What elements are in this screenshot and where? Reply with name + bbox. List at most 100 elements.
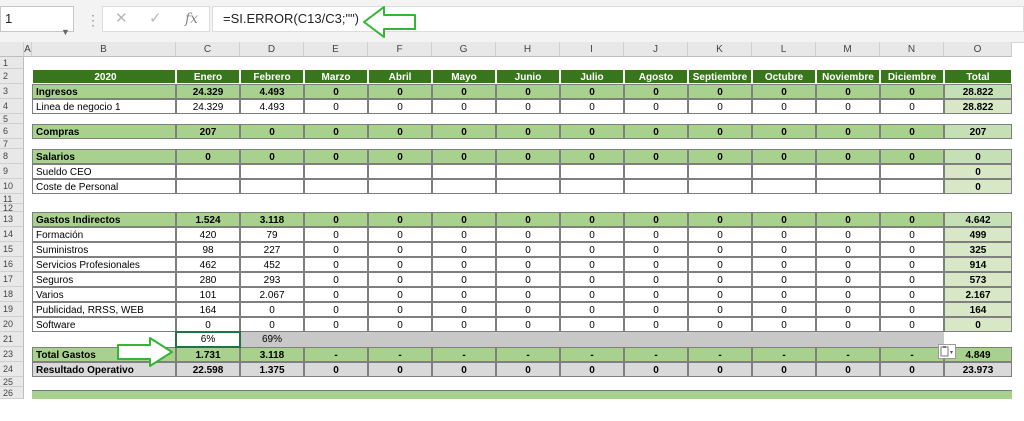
table-cell[interactable]: 0 xyxy=(304,84,368,99)
table-cell[interactable]: 69% xyxy=(240,332,304,347)
row-label[interactable]: Publicidad, RRSS, WEB xyxy=(32,302,176,317)
table-cell[interactable]: 0 xyxy=(624,84,688,99)
table-cell[interactable]: - xyxy=(752,347,816,362)
row-label[interactable]: Linea de negocio 1 xyxy=(32,99,176,114)
table-cell[interactable]: Abril xyxy=(368,69,432,84)
table-cell[interactable]: 0 xyxy=(560,317,624,332)
table-cell[interactable]: 0 xyxy=(496,242,560,257)
table-cell[interactable]: 452 xyxy=(240,257,304,272)
row-header-7[interactable]: 7 xyxy=(0,139,24,149)
table-cell[interactable]: 0 xyxy=(496,149,560,164)
table-cell[interactable]: Noviembre xyxy=(816,69,880,84)
table-cell[interactable]: 0 xyxy=(432,317,496,332)
table-cell[interactable] xyxy=(496,179,560,194)
table-cell[interactable]: 0 xyxy=(304,99,368,114)
table-cell[interactable]: 0 xyxy=(944,164,1012,179)
table-cell[interactable]: 0 xyxy=(560,149,624,164)
table-cell[interactable]: 0 xyxy=(432,362,496,377)
table-cell[interactable]: 227 xyxy=(240,242,304,257)
table-cell[interactable] xyxy=(240,179,304,194)
row-label[interactable]: Compras xyxy=(32,124,176,139)
table-cell[interactable] xyxy=(560,164,624,179)
table-cell[interactable]: 0 xyxy=(368,212,432,227)
table-cell[interactable]: 0 xyxy=(880,124,944,139)
table-cell[interactable]: 0 xyxy=(368,242,432,257)
select-all-corner[interactable] xyxy=(0,42,24,57)
table-cell[interactable]: 0 xyxy=(624,317,688,332)
column-header-i[interactable]: I xyxy=(560,42,624,57)
row-header-19[interactable]: 19 xyxy=(0,302,24,317)
row-header-17[interactable]: 17 xyxy=(0,272,24,287)
row-header-25[interactable]: 25 xyxy=(0,377,24,387)
row-header-9[interactable]: 9 xyxy=(0,164,24,179)
table-cell[interactable]: 28.822 xyxy=(944,84,1012,99)
more-options-icon[interactable]: ⋮ xyxy=(86,12,100,29)
row-header-18[interactable]: 18 xyxy=(0,287,24,302)
column-header-k[interactable]: K xyxy=(688,42,752,57)
table-cell[interactable] xyxy=(304,332,368,347)
table-cell[interactable]: 79 xyxy=(240,227,304,242)
table-cell[interactable]: 0 xyxy=(688,212,752,227)
table-cell[interactable]: 0 xyxy=(240,302,304,317)
table-cell[interactable]: 0 xyxy=(560,212,624,227)
table-cell[interactable]: 0 xyxy=(752,302,816,317)
table-cell[interactable] xyxy=(688,164,752,179)
table-cell[interactable]: 0 xyxy=(688,317,752,332)
table-cell[interactable]: 462 xyxy=(176,257,240,272)
table-cell[interactable]: 0 xyxy=(688,287,752,302)
table-cell[interactable]: Mayo xyxy=(432,69,496,84)
table-cell[interactable]: 1.524 xyxy=(176,212,240,227)
table-cell[interactable]: - xyxy=(624,347,688,362)
table-cell[interactable] xyxy=(176,179,240,194)
row-label[interactable]: Seguros xyxy=(32,272,176,287)
table-cell[interactable]: 0 xyxy=(688,227,752,242)
table-cell[interactable]: 0 xyxy=(816,257,880,272)
table-cell[interactable]: 0 xyxy=(496,302,560,317)
table-cell[interactable]: 0 xyxy=(880,99,944,114)
table-cell[interactable]: 0 xyxy=(880,362,944,377)
table-cell[interactable]: 0 xyxy=(688,99,752,114)
table-cell[interactable]: Febrero xyxy=(240,69,304,84)
table-cell[interactable]: 0 xyxy=(752,99,816,114)
name-box[interactable]: 1 ▼ xyxy=(0,6,74,37)
table-cell[interactable]: - xyxy=(880,347,944,362)
table-cell[interactable]: Julio xyxy=(560,69,624,84)
table-cell[interactable]: 0 xyxy=(752,287,816,302)
table-cell[interactable]: 0 xyxy=(304,272,368,287)
table-cell[interactable]: 0 xyxy=(688,302,752,317)
table-cell[interactable]: Marzo xyxy=(304,69,368,84)
table-cell[interactable]: 0 xyxy=(624,242,688,257)
table-cell[interactable]: 0 xyxy=(304,124,368,139)
table-cell[interactable]: 0 xyxy=(304,257,368,272)
table-cell[interactable]: 0 xyxy=(432,84,496,99)
table-cell[interactable]: 0 xyxy=(880,272,944,287)
row-label[interactable]: Varios xyxy=(32,287,176,302)
table-cell[interactable]: 0 xyxy=(368,227,432,242)
table-cell[interactable] xyxy=(688,332,752,347)
table-cell[interactable]: 0 xyxy=(496,362,560,377)
table-cell[interactable]: 0 xyxy=(560,302,624,317)
table-cell[interactable]: 0 xyxy=(944,149,1012,164)
table-cell[interactable] xyxy=(624,179,688,194)
table-cell[interactable] xyxy=(752,164,816,179)
table-cell[interactable]: 0 xyxy=(624,257,688,272)
column-header-a[interactable]: A xyxy=(24,42,32,57)
table-cell[interactable]: 207 xyxy=(944,124,1012,139)
table-cell[interactable]: 0 xyxy=(816,212,880,227)
table-cell[interactable]: 0 xyxy=(688,362,752,377)
table-cell[interactable]: 0 xyxy=(176,149,240,164)
row-label[interactable]: Salarios xyxy=(32,149,176,164)
table-cell[interactable]: 0 xyxy=(752,84,816,99)
table-cell[interactable] xyxy=(624,332,688,347)
table-cell[interactable]: 2.067 xyxy=(240,287,304,302)
row-header-2[interactable]: 2 xyxy=(0,69,24,84)
table-cell[interactable]: 0 xyxy=(368,302,432,317)
table-cell[interactable]: 0 xyxy=(880,287,944,302)
table-cell[interactable]: 0 xyxy=(688,84,752,99)
table-cell[interactable]: 0 xyxy=(880,84,944,99)
table-cell[interactable]: 0 xyxy=(560,272,624,287)
table-cell[interactable]: 0 xyxy=(240,149,304,164)
table-cell[interactable]: 0 xyxy=(816,84,880,99)
cancel-icon[interactable]: ✕ xyxy=(115,7,128,31)
table-cell[interactable]: 0 xyxy=(432,257,496,272)
